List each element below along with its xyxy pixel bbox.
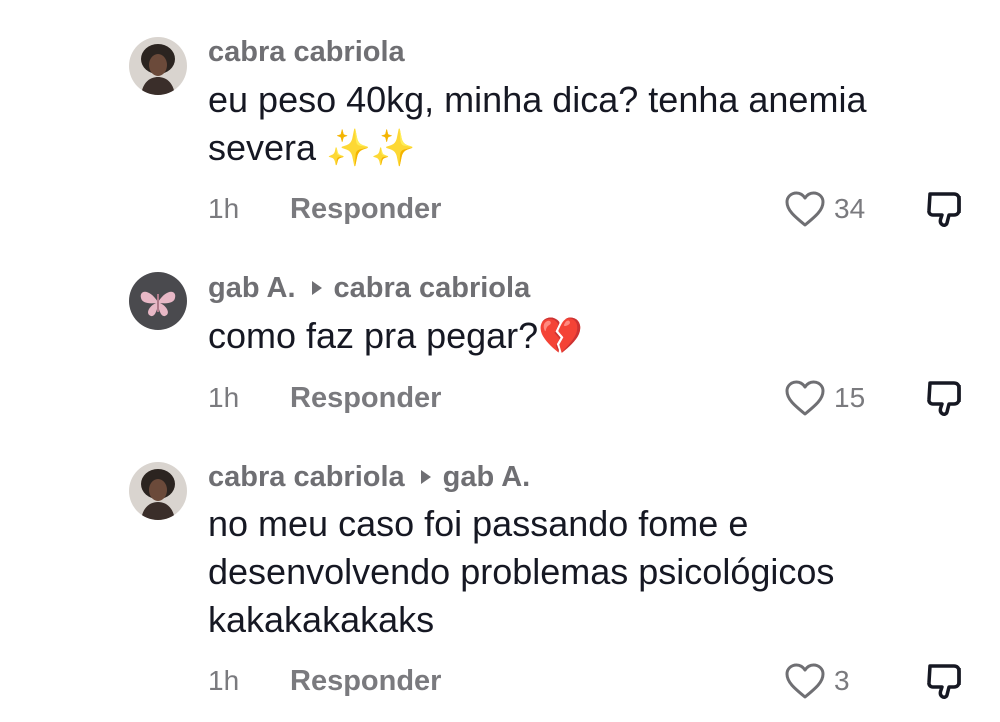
thumbs-down-icon[interactable]	[924, 658, 968, 702]
avatar[interactable]	[129, 37, 187, 95]
author-name[interactable]: cabra cabriola	[208, 36, 405, 68]
like-count: 15	[834, 382, 866, 413]
comment-text: eu peso 40kg, minha dica? tenha anemia s…	[208, 76, 968, 173]
comment-text-fragment: como faz pra pegar?	[208, 315, 539, 356]
triangle-right-icon	[420, 470, 431, 485]
comment-text: como faz pra pegar?💔	[208, 312, 968, 361]
thumbs-down-icon[interactable]	[924, 375, 968, 419]
avatar[interactable]	[129, 462, 187, 520]
reply-button[interactable]: Responder	[290, 664, 441, 698]
reply-to-name[interactable]: gab A.	[443, 461, 531, 493]
reply-to-name[interactable]: cabra cabriola	[334, 272, 531, 304]
avatar-photo	[129, 462, 187, 520]
comment-text-line: no meu caso foi passando fome e	[208, 503, 749, 544]
reply-button[interactable]: Responder	[290, 381, 441, 415]
comment-text-line: severa ✨✨	[208, 124, 968, 173]
comment-text-line: kakakakakaks	[208, 599, 435, 640]
heart-outline-icon[interactable]	[784, 662, 826, 700]
reply-button[interactable]: Responder	[290, 192, 441, 226]
avatar[interactable]	[129, 272, 187, 330]
comment-time: 1h	[208, 665, 240, 696]
like-count: 34	[834, 193, 866, 224]
author-name[interactable]: gab A.	[208, 272, 296, 304]
comment-text-line: como faz pra pegar?💔	[208, 312, 968, 361]
like-count: 3	[834, 665, 850, 696]
sparkles-emoji: ✨✨	[326, 128, 416, 169]
broken-heart-emoji: 💔	[538, 316, 584, 357]
comment-text-line: eu peso 40kg, minha dica? tenha anemia	[208, 79, 867, 120]
author-name[interactable]: cabra cabriola	[208, 461, 405, 493]
comment-text-line: desenvolvendo problemas psicológicos	[208, 551, 835, 592]
comment-time: 1h	[208, 193, 240, 224]
comment-header: cabra cabriola	[208, 35, 405, 69]
triangle-right-icon	[311, 281, 322, 296]
comment-header: cabra cabriola gab A.	[208, 460, 530, 494]
comment-text: no meu caso foi passando fome e desenvol…	[208, 500, 968, 644]
avatar-photo	[129, 272, 187, 330]
comment-time: 1h	[208, 382, 240, 413]
comment-text-fragment: severa	[208, 127, 327, 168]
thumbs-down-icon[interactable]	[924, 186, 968, 230]
heart-outline-icon[interactable]	[784, 379, 826, 417]
comment-header: gab A. cabra cabriola	[208, 271, 530, 305]
heart-outline-icon[interactable]	[784, 190, 826, 228]
avatar-photo	[129, 37, 187, 95]
